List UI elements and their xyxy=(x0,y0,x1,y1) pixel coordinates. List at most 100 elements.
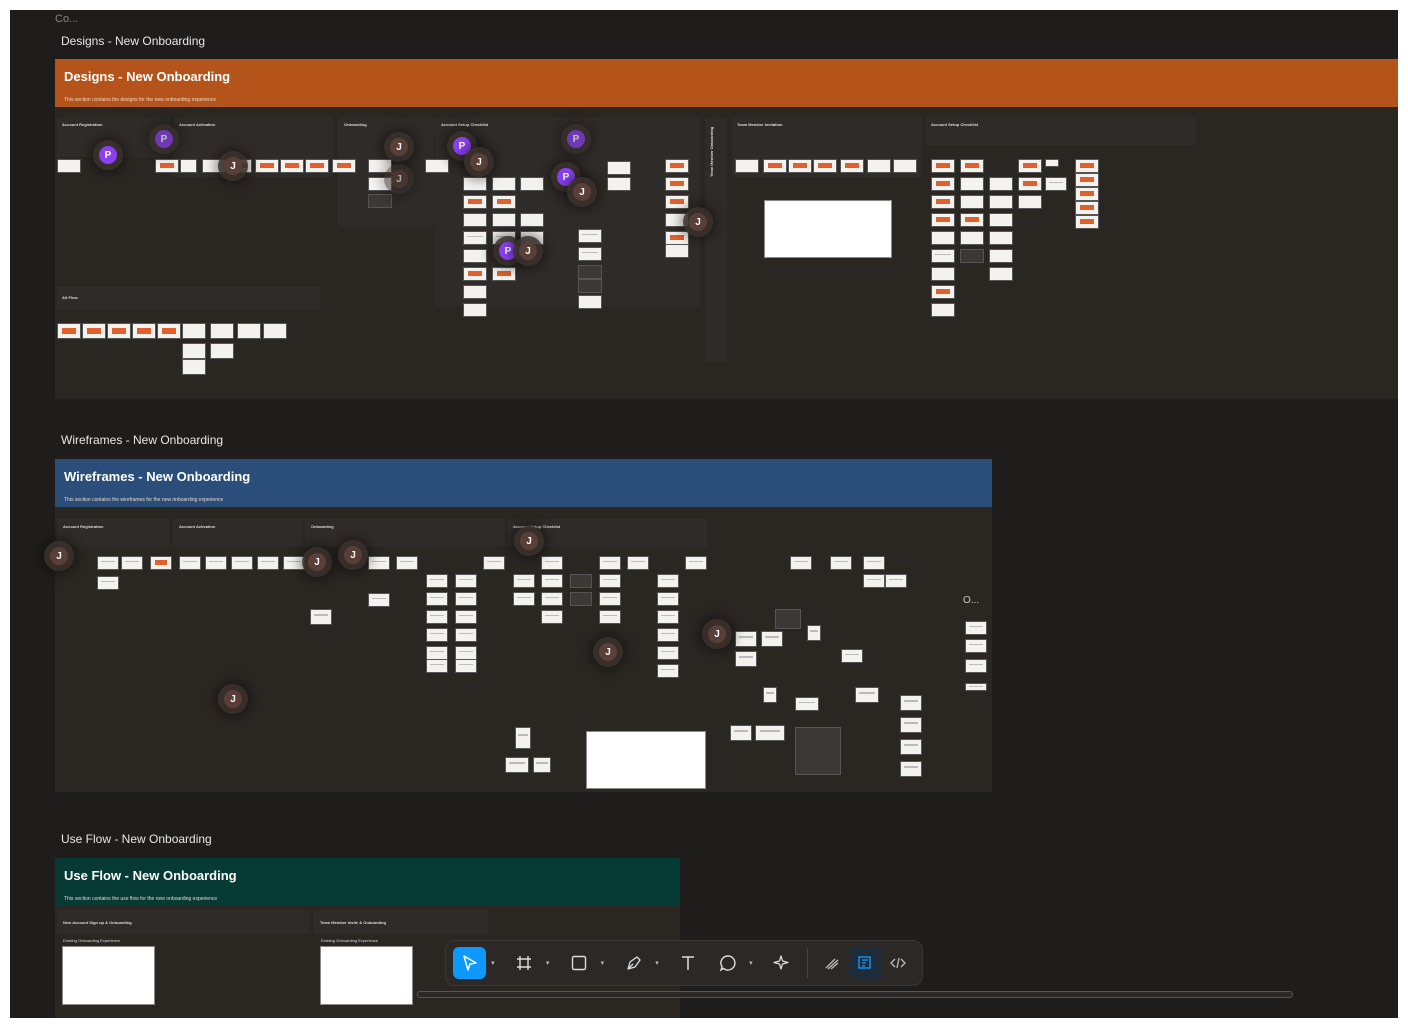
wireframe-thumb[interactable] xyxy=(483,556,505,570)
screen-thumb[interactable] xyxy=(1075,187,1099,201)
wireframe-thumb[interactable] xyxy=(257,556,279,570)
frame-tool-dropdown[interactable]: ▾ xyxy=(541,947,555,979)
screen-thumb[interactable] xyxy=(893,159,917,173)
screen-thumb[interactable] xyxy=(960,177,984,191)
screen-thumb[interactable] xyxy=(255,159,279,173)
screen-thumb[interactable] xyxy=(578,265,602,279)
wireframe-thumb[interactable] xyxy=(455,610,477,624)
wireframe-thumb[interactable] xyxy=(426,592,448,606)
wireframe-thumb[interactable] xyxy=(657,592,679,606)
screen-thumb[interactable] xyxy=(237,323,261,339)
screen-thumb[interactable] xyxy=(931,285,955,299)
screen-thumb[interactable] xyxy=(1018,159,1042,173)
wireframe-thumb[interactable] xyxy=(205,556,227,570)
screen-thumb[interactable] xyxy=(1045,177,1067,191)
section-tab-wireframes[interactable]: Wireframes - New Onboarding xyxy=(55,430,230,450)
screen-thumb[interactable] xyxy=(368,159,392,173)
move-tool[interactable] xyxy=(453,947,487,979)
screen-thumb[interactable] xyxy=(867,159,891,173)
wireframe-thumb[interactable] xyxy=(657,610,679,624)
wireframe-thumb[interactable] xyxy=(426,646,448,660)
wireframe-thumb[interactable] xyxy=(657,628,679,642)
screen-thumb[interactable] xyxy=(607,177,631,191)
screen-thumb[interactable] xyxy=(263,323,287,339)
wireframe-thumb[interactable] xyxy=(755,725,785,741)
wireframe-thumb[interactable] xyxy=(455,574,477,588)
wireframe-thumb[interactable] xyxy=(735,631,757,647)
screen-thumb[interactable] xyxy=(492,213,516,227)
wireframe-thumb[interactable] xyxy=(965,639,987,653)
wireframe-thumb[interactable] xyxy=(599,592,621,606)
wireframe-thumb[interactable] xyxy=(283,556,305,570)
wireframe-thumb[interactable] xyxy=(830,556,852,570)
wireframe-thumb[interactable] xyxy=(179,556,201,570)
screen-thumb[interactable] xyxy=(332,159,356,173)
screen-thumb[interactable] xyxy=(665,195,689,209)
screen-thumb[interactable] xyxy=(665,213,689,227)
screen-thumb[interactable] xyxy=(960,195,984,209)
screen-thumb[interactable] xyxy=(182,343,206,359)
wireframe-thumb[interactable] xyxy=(231,556,253,570)
wireframe-thumb[interactable] xyxy=(735,651,757,667)
frame-tool[interactable] xyxy=(508,947,541,979)
wireframe-thumb[interactable] xyxy=(150,556,172,570)
screen-thumb[interactable] xyxy=(57,323,81,339)
pen-tool-dropdown[interactable]: ▾ xyxy=(650,947,664,979)
screen-thumb[interactable] xyxy=(931,213,955,227)
wireframe-thumb[interactable] xyxy=(900,761,922,777)
comment-tool-dropdown[interactable]: ▾ xyxy=(744,947,758,979)
flow-diagram-frame[interactable] xyxy=(764,200,892,258)
wireframe-thumb[interactable] xyxy=(841,649,863,663)
screen-thumb[interactable] xyxy=(368,177,392,191)
screen-thumb[interactable] xyxy=(463,213,487,227)
screen-thumb[interactable] xyxy=(763,159,787,173)
group-team-member-invite[interactable]: Team Member Invite & Onboarding xyxy=(314,910,488,934)
group-account-activation[interactable]: Account Activation xyxy=(173,519,303,547)
designs-section[interactable]: Designs - New Onboarding This section co… xyxy=(55,59,1398,399)
wireframe-thumb[interactable] xyxy=(121,556,143,570)
screen-thumb[interactable] xyxy=(210,323,234,339)
wireframe-thumb[interactable] xyxy=(513,592,535,606)
screen-thumb[interactable] xyxy=(210,343,234,359)
figma-canvas[interactable]: Co... Designs - New Onboarding Designs -… xyxy=(10,10,1398,1018)
wireframe-thumb[interactable] xyxy=(761,631,783,647)
wireframe-thumb[interactable] xyxy=(657,574,679,588)
wireframe-thumb[interactable] xyxy=(657,664,679,678)
wireframe-flow-diagram[interactable] xyxy=(586,731,706,789)
screen-thumb[interactable] xyxy=(931,195,955,209)
wireframe-thumb[interactable] xyxy=(97,576,119,590)
screen-thumb[interactable] xyxy=(1075,159,1099,173)
screen-thumb[interactable] xyxy=(960,159,984,173)
screen-thumb[interactable] xyxy=(607,161,631,175)
wireframe-thumb[interactable] xyxy=(855,687,879,703)
use-flow-frame[interactable] xyxy=(62,946,155,1005)
text-tool[interactable] xyxy=(672,947,705,979)
wireframe-thumb[interactable] xyxy=(790,556,812,570)
screen-thumb[interactable] xyxy=(989,267,1013,281)
wireframe-thumb[interactable] xyxy=(426,610,448,624)
screen-thumb[interactable] xyxy=(463,177,487,191)
comment-tool[interactable] xyxy=(711,947,744,979)
screen-thumb[interactable] xyxy=(960,249,984,263)
wireframe-thumb[interactable] xyxy=(863,574,885,588)
wireframe-thumb[interactable] xyxy=(455,646,477,660)
wireframe-thumb[interactable] xyxy=(599,574,621,588)
wireframe-thumb[interactable] xyxy=(685,556,707,570)
wireframe-thumb[interactable] xyxy=(763,687,777,703)
screen-thumb[interactable] xyxy=(989,177,1013,191)
screen-thumb[interactable] xyxy=(107,323,131,339)
group-account-setup-checklist-2[interactable]: Account Setup Checklist xyxy=(926,117,1196,145)
wireframe-grid[interactable] xyxy=(795,727,841,775)
group-new-account-signup[interactable]: New Account Sign up & Onboarding xyxy=(57,910,309,934)
wireframe-thumb[interactable] xyxy=(570,592,592,606)
wireframe-thumb[interactable] xyxy=(730,725,752,741)
screen-thumb[interactable] xyxy=(180,159,197,173)
screen-thumb[interactable] xyxy=(960,231,984,245)
truncated-section-label[interactable]: Co... xyxy=(55,13,78,25)
wireframe-thumb[interactable] xyxy=(965,659,987,673)
screen-thumb[interactable] xyxy=(931,249,955,263)
wireframe-thumb[interactable] xyxy=(505,757,529,773)
screen-thumb[interactable] xyxy=(520,213,544,227)
dev-mode[interactable] xyxy=(882,947,915,979)
wireframe-thumb[interactable] xyxy=(965,621,987,635)
